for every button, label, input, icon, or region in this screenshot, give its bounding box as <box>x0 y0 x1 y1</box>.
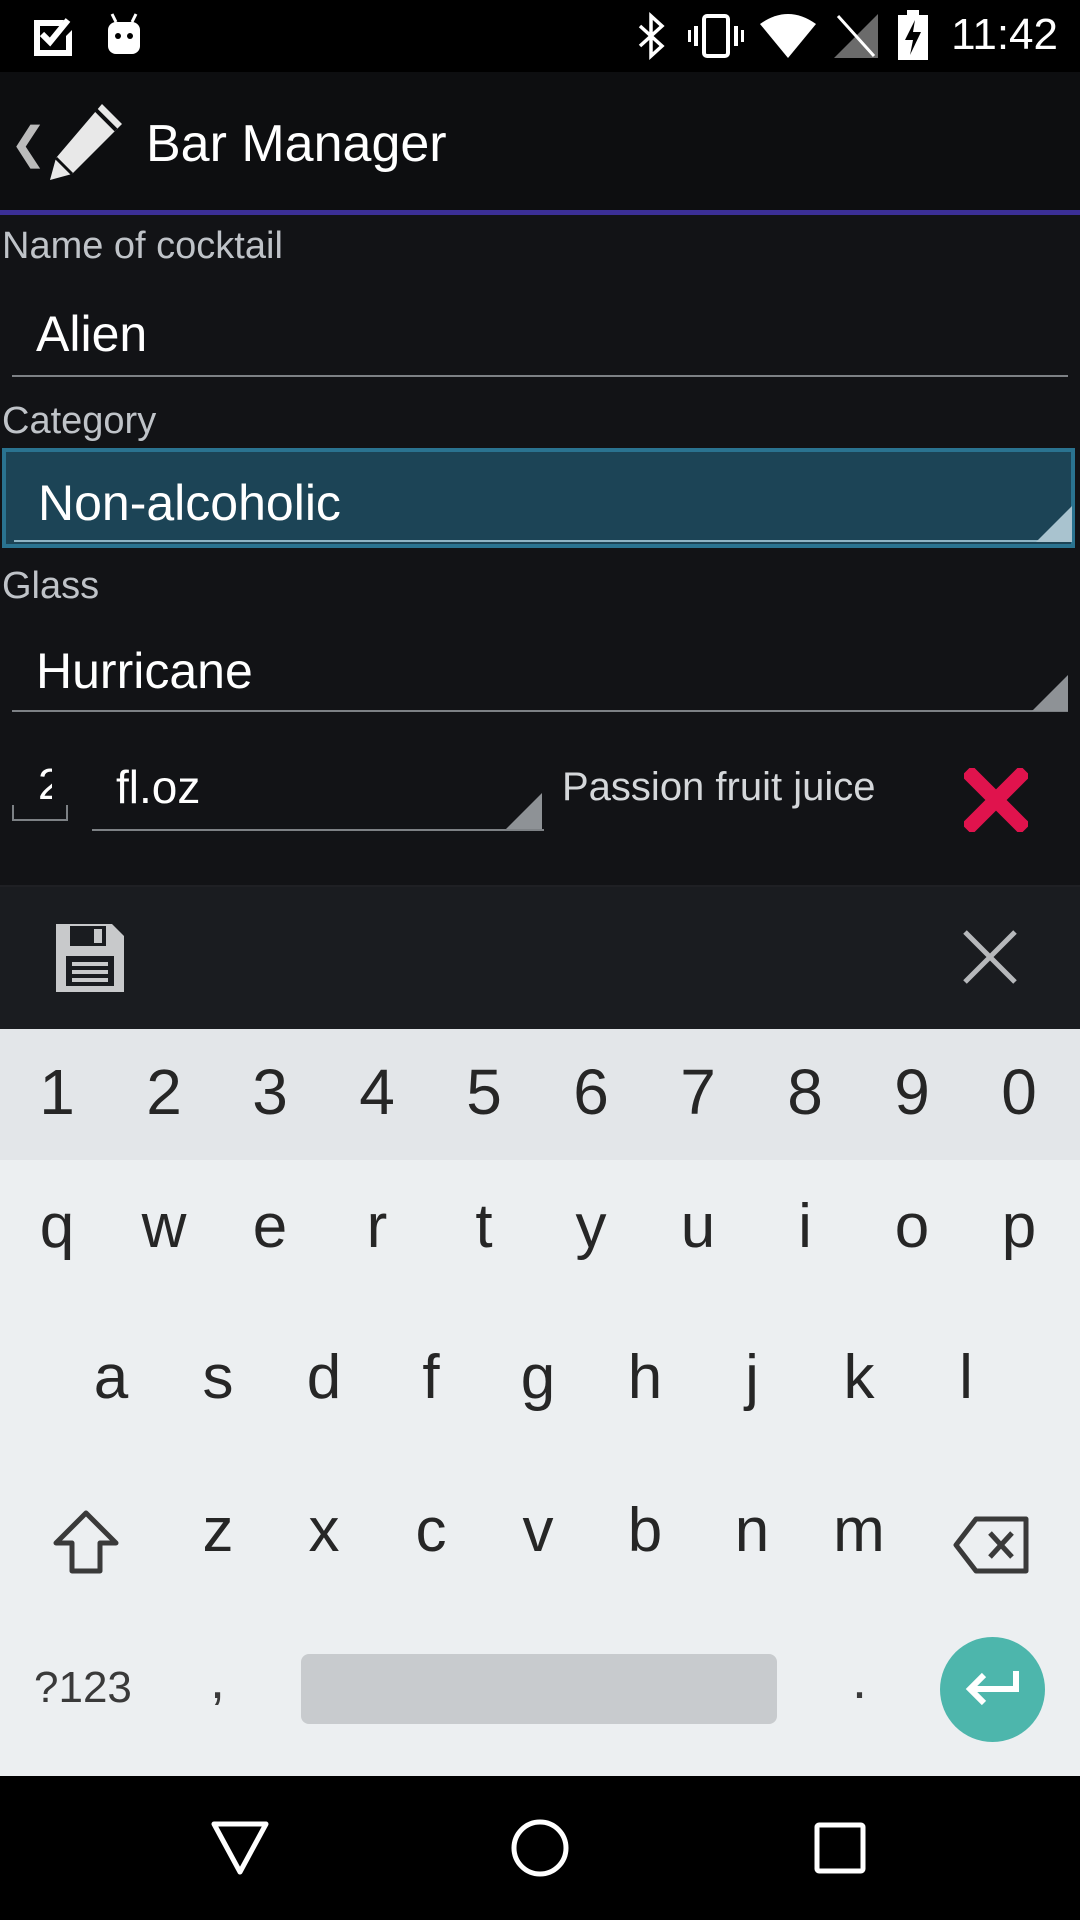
category-value: Non-alcoholic <box>38 475 341 531</box>
quantity-underline <box>12 819 68 821</box>
quantity-input[interactable]: 2 <box>38 760 52 810</box>
name-underline <box>12 375 1068 377</box>
key-z[interactable]: z <box>178 1495 258 1566</box>
key-r[interactable]: r <box>337 1191 417 1262</box>
key-7[interactable]: 7 <box>658 1055 738 1129</box>
name-input[interactable]: Alien <box>36 305 147 363</box>
key-h[interactable]: h <box>605 1342 685 1413</box>
navigation-bar <box>0 1776 1080 1920</box>
key-period[interactable]: . <box>852 1649 867 1711</box>
key-9[interactable]: 9 <box>872 1055 952 1129</box>
key-y[interactable]: y <box>551 1191 631 1262</box>
key-b[interactable]: b <box>605 1495 685 1566</box>
key-s[interactable]: s <box>178 1342 258 1413</box>
soft-keyboard: 1 2 3 4 5 6 7 8 9 0 q w e r t y u i o p … <box>0 1029 1080 1776</box>
status-time: 11:42 <box>951 10 1058 59</box>
floppy-disk-save-icon[interactable] <box>54 922 126 994</box>
key-6[interactable]: 6 <box>551 1055 631 1129</box>
key-a[interactable]: a <box>71 1342 151 1413</box>
key-4[interactable]: 4 <box>337 1055 417 1129</box>
dropdown-triangle-icon <box>1032 675 1068 711</box>
category-spinner[interactable]: Non-alcoholic <box>2 448 1075 548</box>
vibrate-icon <box>688 14 744 58</box>
key-t[interactable]: t <box>444 1191 524 1262</box>
key-1[interactable]: 1 <box>17 1055 97 1129</box>
key-comma[interactable]: , <box>210 1649 225 1711</box>
ingredient-name: Passion fruit juice <box>562 765 876 809</box>
key-5[interactable]: 5 <box>444 1055 524 1129</box>
key-f[interactable]: f <box>391 1342 471 1413</box>
key-p[interactable]: p <box>979 1191 1059 1262</box>
key-x[interactable]: x <box>284 1495 364 1566</box>
dropdown-triangle-icon <box>1036 506 1072 542</box>
key-e[interactable]: e <box>230 1191 310 1262</box>
nav-back-triangle-icon[interactable] <box>210 1820 270 1876</box>
key-m[interactable]: m <box>819 1495 899 1566</box>
category-underline <box>14 540 1064 542</box>
key-o[interactable]: o <box>872 1191 952 1262</box>
battery-charging-icon <box>898 10 928 60</box>
check-notification-icon <box>34 18 72 56</box>
chevron-left-icon[interactable]: ❮ <box>10 118 47 169</box>
key-3[interactable]: 3 <box>230 1055 310 1129</box>
category-label: Category <box>2 400 157 442</box>
bluetooth-icon <box>638 12 665 60</box>
android-debug-icon <box>108 13 140 54</box>
bottom-toolbar <box>0 887 1080 1029</box>
unit-underline <box>92 829 544 831</box>
key-g[interactable]: g <box>498 1342 578 1413</box>
key-w[interactable]: w <box>124 1191 204 1262</box>
backspace-icon[interactable] <box>952 1515 1032 1575</box>
key-8[interactable]: 8 <box>765 1055 845 1129</box>
key-i[interactable]: i <box>765 1191 845 1262</box>
name-label: Name of cocktail <box>2 225 283 267</box>
status-bar: 11:42 <box>0 0 1080 72</box>
key-k[interactable]: k <box>819 1342 899 1413</box>
quantity-border-left <box>12 805 14 820</box>
nav-home-circle-icon[interactable] <box>510 1818 570 1878</box>
no-signal-icon <box>834 14 878 58</box>
cocktail-form: Name of cocktail Alien Category Non-alco… <box>0 215 1080 885</box>
close-icon[interactable] <box>962 929 1018 985</box>
unit-spinner[interactable]: fl.oz <box>116 760 200 814</box>
action-bar: ❮ Bar Manager <box>0 72 1080 210</box>
key-j[interactable]: j <box>712 1342 792 1413</box>
page-title: Bar Manager <box>146 115 447 173</box>
enter-arrow-icon <box>965 1671 1019 1706</box>
symbols-key[interactable]: ?123 <box>34 1663 132 1713</box>
spacebar[interactable] <box>301 1654 777 1724</box>
wifi-icon <box>760 14 816 58</box>
red-x-delete-icon[interactable] <box>964 768 1028 832</box>
key-q[interactable]: q <box>17 1191 97 1262</box>
key-0[interactable]: 0 <box>979 1055 1059 1129</box>
pencil-icon[interactable] <box>44 102 124 180</box>
key-l[interactable]: l <box>926 1342 1006 1413</box>
glass-label: Glass <box>2 565 100 607</box>
nav-recents-square-icon[interactable] <box>814 1822 866 1874</box>
dropdown-triangle-icon <box>506 793 542 829</box>
quantity-border-right <box>66 805 68 820</box>
key-n[interactable]: n <box>712 1495 792 1566</box>
shift-icon[interactable] <box>52 1509 120 1577</box>
key-d[interactable]: d <box>284 1342 364 1413</box>
keyboard-number-row: 1 2 3 4 5 6 7 8 9 0 <box>0 1029 1080 1160</box>
key-v[interactable]: v <box>498 1495 578 1566</box>
enter-key[interactable] <box>940 1637 1045 1742</box>
glass-underline <box>12 710 1068 712</box>
key-c[interactable]: c <box>391 1495 471 1566</box>
glass-spinner[interactable]: Hurricane <box>36 642 253 700</box>
key-u[interactable]: u <box>658 1191 738 1262</box>
key-2[interactable]: 2 <box>124 1055 204 1129</box>
